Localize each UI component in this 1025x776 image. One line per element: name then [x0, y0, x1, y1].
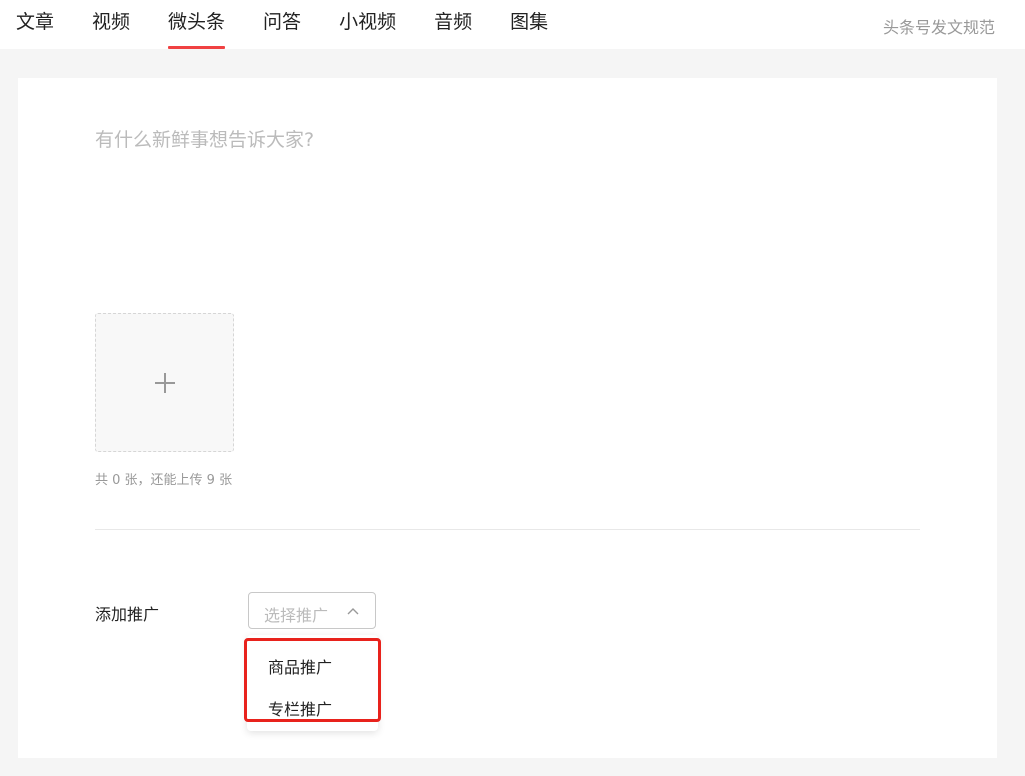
- plus-icon: [154, 372, 175, 393]
- upload-count-text: 共 0 张，还能上传 9 张: [95, 473, 233, 488]
- content-type-tabs: 文章 视频 微头条 问答 小视频 音频 图集: [16, 0, 586, 49]
- promotion-dropdown-menu: 商品推广 专栏推广: [244, 635, 381, 731]
- tab-short-video[interactable]: 小视频: [339, 0, 396, 49]
- tab-qa[interactable]: 问答: [263, 0, 301, 49]
- option-column-promotion[interactable]: 专栏推广: [268, 696, 332, 720]
- tab-video[interactable]: 视频: [92, 0, 130, 49]
- tab-gallery[interactable]: 图集: [510, 0, 548, 49]
- chevron-up-icon: [347, 608, 359, 615]
- top-navigation-bar: 文章 视频 微头条 问答 小视频 音频 图集 头条号发文规范: [0, 0, 1025, 49]
- promotion-select[interactable]: 选择推广: [248, 592, 376, 629]
- section-divider: [95, 529, 920, 530]
- tab-micro-headline[interactable]: 微头条: [168, 0, 226, 49]
- tab-audio[interactable]: 音频: [434, 0, 472, 49]
- add-promotion-label: 添加推广: [95, 605, 160, 624]
- image-upload-button[interactable]: [95, 313, 234, 452]
- compose-card: 共 0 张，还能上传 9 张 添加推广 选择推广 商品推广 专栏推广: [18, 78, 997, 758]
- post-content-input[interactable]: [95, 126, 915, 276]
- tab-article[interactable]: 文章: [16, 0, 54, 49]
- promotion-select-placeholder: 选择推广: [264, 606, 329, 625]
- option-product-promotion[interactable]: 商品推广: [268, 654, 332, 678]
- publishing-guidelines-link[interactable]: 头条号发文规范: [883, 14, 995, 38]
